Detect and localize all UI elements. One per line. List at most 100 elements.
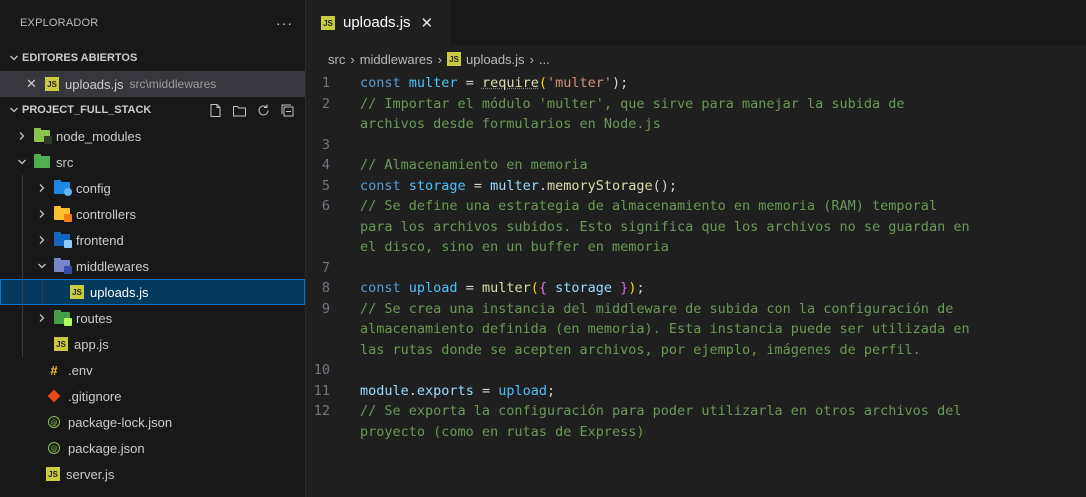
code-line: 5 const storage = multer. memoryStorage()… [306,176,1086,197]
token-paren: ) [628,280,637,297]
open-editor-item[interactable]: ✕ JS uploads.js src\middlewares [0,71,305,97]
more-actions-button[interactable]: ··· [276,15,293,31]
git-icon [46,389,62,403]
javascript-file-icon: JS [45,77,59,91]
token-comment: // Importar el módulo 'multer', que sirv… [360,95,905,112]
open-editor-path: src\middlewares [129,77,217,91]
tree-label: .gitignore [68,388,122,404]
token-variable: storage [408,177,466,194]
collapse-all-icon[interactable] [279,102,295,118]
project-section[interactable]: PROJECT_FULL_STACK [0,97,305,123]
tree-item-package-json[interactable]: @ package.json [0,435,305,461]
tree-item-server-js[interactable]: JS server.js [0,461,305,487]
code-line: 3 [306,135,1086,156]
code-editor[interactable]: 1 const multer = require('multer'); 2 //… [306,73,1086,442]
token-comment: // Se exporta la configuración para pode… [360,403,962,420]
controllers-folder-icon [54,206,72,222]
chevron-right-icon [34,209,50,219]
token-paren: ( [538,75,547,92]
tree-item-middlewares[interactable]: middlewares [0,253,305,279]
token-keyword: const [360,177,409,194]
routes-folder-icon [54,310,72,326]
project-label: PROJECT_FULL_STACK [22,104,152,116]
tab-uploads-js[interactable]: JS uploads.js ✕ [306,0,451,45]
code-line: proyecto (como en rutas de Express) [306,422,1086,443]
tree-label: app.js [74,336,109,352]
code-line: las rutas donde se acepten archivos, por… [306,340,1086,361]
svg-text:@: @ [51,445,58,453]
tree-item-src[interactable]: src [0,149,305,175]
chevron-right-icon [34,313,50,323]
breadcrumb-file[interactable]: uploads.js [466,52,525,67]
tree-label: src [56,154,74,170]
tree-label: middlewares [76,258,149,274]
tree-label: node_modules [56,128,142,144]
token-variable: upload [408,280,458,297]
chevron-right-icon [14,131,30,141]
explorer-sidebar: EXPLORADOR ··· EDITORES ABIERTOS ✕ JS up… [0,0,306,497]
open-editors-label: EDITORES ABIERTOS [22,52,138,64]
tab-bar: JS uploads.js ✕ [306,0,1086,45]
line-number: 7 [321,259,330,276]
breadcrumb-symbols[interactable]: ... [539,52,550,67]
javascript-file-icon: JS [70,285,84,299]
chevron-right-icon: › [529,51,534,67]
code-line: 12 // Se exporta la configuración para p… [306,401,1086,422]
explorer-title: EXPLORADOR [20,16,99,29]
code-line: 2 // Importar el módulo 'multer', que si… [306,94,1086,115]
breadcrumb-src[interactable]: src [328,52,345,67]
tree-item-app-js[interactable]: JS app.js [0,331,305,357]
tree-item-routes[interactable]: routes [0,305,305,331]
token-operator: = [465,177,491,194]
new-folder-icon[interactable] [231,102,247,118]
code-line: 7 [306,258,1086,279]
breadcrumb-middlewares[interactable]: middlewares [360,52,433,67]
token-identifier: storage [547,280,621,297]
token-comment: // Se crea una instancia del middleware … [360,300,954,317]
code-line: 10 [306,360,1086,381]
editor-area: JS uploads.js ✕ src › middlewares › JS u… [306,0,1086,497]
tree-label: uploads.js [90,284,149,300]
code-line: almacenamiento definida (en memoria). Es… [306,319,1086,340]
tree-item-frontend[interactable]: frontend [0,227,305,253]
code-line: 9 // Se crea una instancia del middlewar… [306,299,1086,320]
token-variable: multer [408,75,458,92]
token-comment: // Almacenamiento en memoria [360,157,588,174]
refresh-icon[interactable] [255,102,271,118]
chevron-down-icon [6,105,22,115]
token-paren: ( [530,280,539,297]
tree-item-uploads-js[interactable]: JS uploads.js [0,279,305,305]
tree-item-controllers[interactable]: controllers [0,201,305,227]
tab-label: uploads.js [343,14,411,31]
code-line: 8 const upload = multer({ storage }); [306,278,1086,299]
javascript-file-icon: JS [54,337,68,351]
token-operator: = [473,382,499,399]
env-file-icon: # [50,362,58,378]
token-property: exports [416,382,474,399]
token-variable: upload [498,382,547,399]
close-icon[interactable]: ✕ [26,76,38,92]
token-comment: para los archivos subidos. Esto signific… [360,218,970,235]
tree-item-env[interactable]: # .env [0,357,305,383]
token-comment: proyecto (como en rutas de Express) [360,423,645,440]
line-number: 11 [313,382,330,399]
token-brace: } [620,280,629,297]
close-icon[interactable]: ✕ [421,14,434,32]
chevron-right-icon [34,235,50,245]
tree-item-node-modules[interactable]: node_modules [0,123,305,149]
line-number: 9 [321,300,330,317]
token-function: multer [481,280,531,297]
token-comment: archivos desde formularios en Node.js [360,116,661,133]
line-number: 5 [321,177,330,194]
code-line: el disco, sino en un buffer en memoria [306,237,1086,258]
open-editors-section[interactable]: EDITORES ABIERTOS [0,45,305,71]
chevron-down-icon [14,157,30,167]
token-punctuation: . [538,177,547,194]
tree-item-package-lock[interactable]: @ package-lock.json [0,409,305,435]
new-file-icon[interactable] [207,102,223,118]
tree-item-gitignore[interactable]: .gitignore [0,383,305,409]
tree-label: .env [68,362,93,378]
tree-label: server.js [66,466,115,482]
tree-item-config[interactable]: config [0,175,305,201]
code-line: 6 // Se define una estrategia de almacen… [306,196,1086,217]
